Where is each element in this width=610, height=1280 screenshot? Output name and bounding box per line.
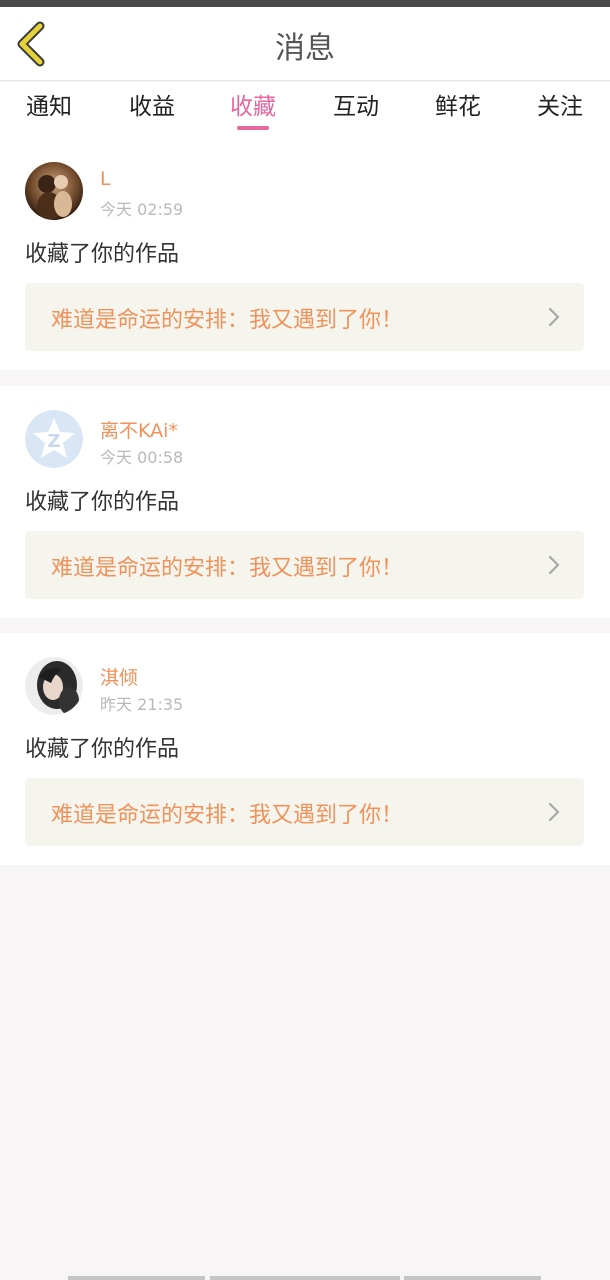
avatar[interactable]: Z bbox=[25, 410, 83, 468]
work-link[interactable]: 难道是命运的安排：我又遇到了你！ bbox=[25, 778, 584, 846]
page-title: 消息 bbox=[275, 31, 335, 66]
work-link[interactable]: 难道是命运的安排：我又遇到了你！ bbox=[25, 283, 584, 351]
message-card: Z 离不KAi* 今天 00:58 收藏了你的作品 难道是命运的安排：我又遇到了… bbox=[0, 386, 610, 618]
tab-flowers[interactable]: 鲜花 bbox=[418, 87, 498, 121]
message-card: L 今天 02:59 收藏了你的作品 难道是命运的安排：我又遇到了你！ bbox=[0, 138, 610, 370]
avatar[interactable] bbox=[25, 162, 83, 220]
tab-interactions[interactable]: 互动 bbox=[316, 87, 396, 121]
work-title: 难道是命运的安排：我又遇到了你！ bbox=[51, 803, 404, 828]
username[interactable]: L bbox=[100, 168, 111, 190]
bottom-nav-indicator bbox=[68, 1276, 205, 1280]
work-title: 难道是命运的安排：我又遇到了你！ bbox=[51, 556, 404, 581]
chevron-right-icon bbox=[548, 555, 560, 575]
chevron-right-icon bbox=[548, 307, 560, 327]
bottom-nav-indicator bbox=[210, 1276, 400, 1280]
username[interactable]: 淇倾 bbox=[100, 663, 138, 690]
timestamp: 今天 02:59 bbox=[100, 200, 184, 219]
tab-notifications[interactable]: 通知 bbox=[9, 87, 89, 121]
message-card: 淇倾 昨天 21:35 收藏了你的作品 难道是命运的安排：我又遇到了你！ bbox=[0, 633, 610, 865]
timestamp: 昨天 21:35 bbox=[100, 695, 184, 714]
action-text: 收藏了你的作品 bbox=[25, 490, 180, 515]
work-link[interactable]: 难道是命运的安排：我又遇到了你！ bbox=[25, 531, 584, 599]
active-tab-indicator bbox=[237, 126, 269, 130]
tab-earnings[interactable]: 收益 bbox=[112, 87, 192, 121]
tab-follows[interactable]: 关注 bbox=[520, 87, 600, 121]
svg-text:Z: Z bbox=[47, 431, 60, 452]
chevron-right-icon bbox=[548, 802, 560, 822]
action-text: 收藏了你的作品 bbox=[25, 242, 180, 267]
username[interactable]: 离不KAi* bbox=[100, 416, 178, 443]
header: 消息 bbox=[0, 7, 610, 81]
user-photo-icon bbox=[25, 657, 83, 715]
work-title: 难道是命运的安排：我又遇到了你！ bbox=[51, 308, 404, 333]
qzone-star-icon: Z bbox=[25, 410, 83, 468]
timestamp: 今天 00:58 bbox=[100, 448, 184, 467]
status-strip bbox=[0, 0, 610, 7]
action-text: 收藏了你的作品 bbox=[25, 737, 180, 762]
bottom-nav-indicator bbox=[404, 1276, 541, 1280]
tab-bar: 通知 收益 收藏 互动 鲜花 关注 bbox=[0, 82, 610, 138]
avatar[interactable] bbox=[25, 657, 83, 715]
tab-favorites[interactable]: 收藏 bbox=[213, 87, 293, 121]
user-photo-icon bbox=[25, 162, 83, 220]
